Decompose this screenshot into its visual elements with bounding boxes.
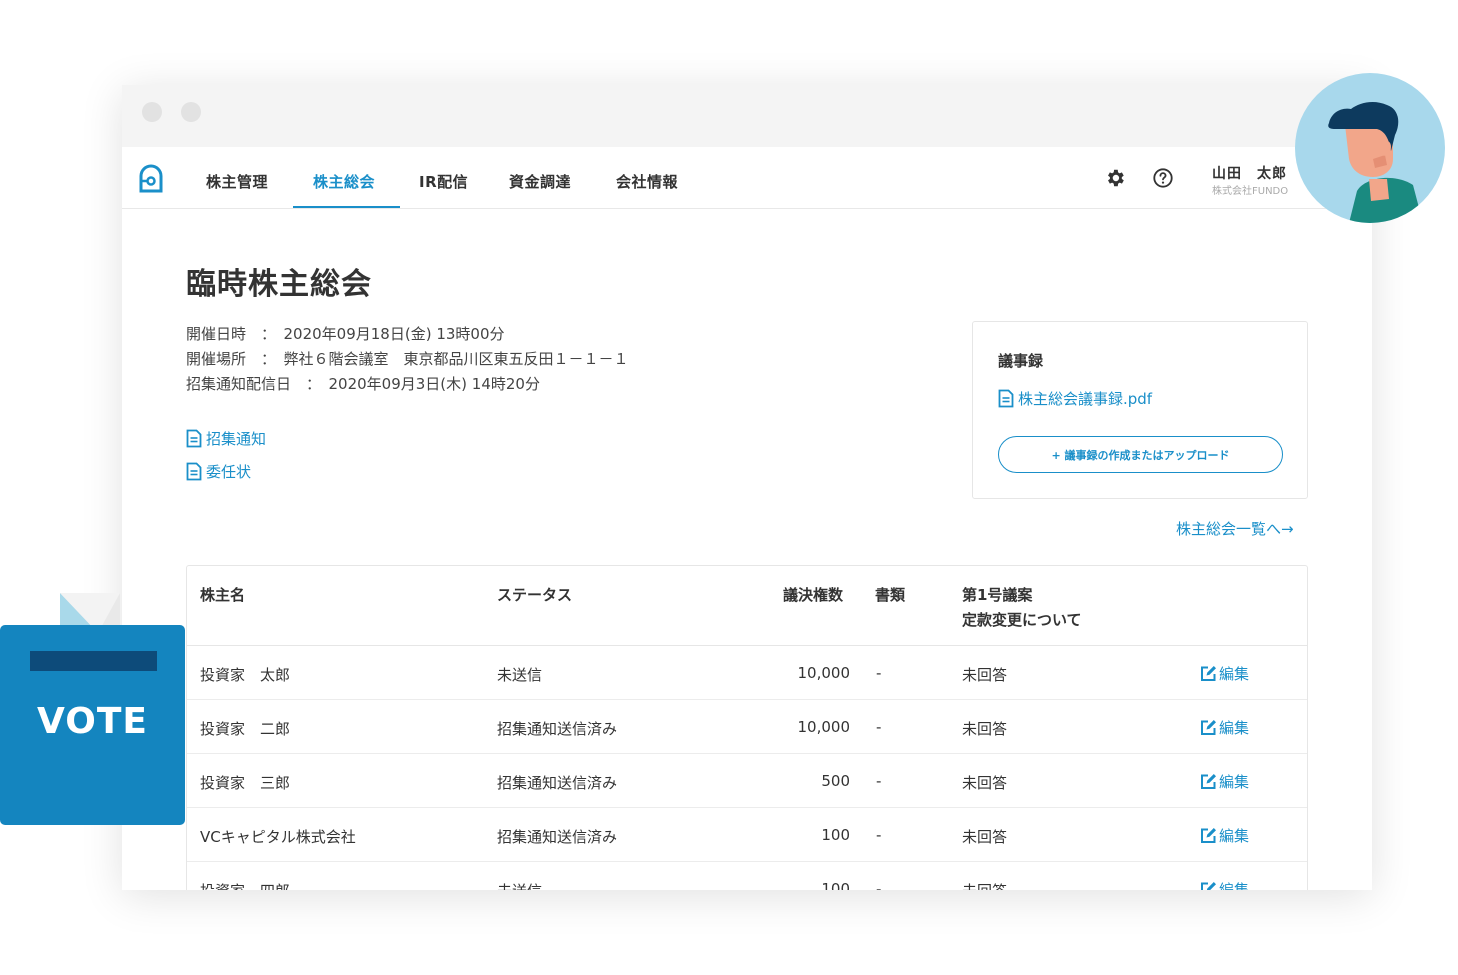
cell-answer: 未回答	[962, 774, 1008, 792]
document-icon	[998, 389, 1014, 408]
nav-fundraising[interactable]: 資金調達	[509, 171, 571, 192]
table-row[interactable]: 投資家 二郎 招集通知送信済み 10,000 - 未回答 編集	[187, 700, 1307, 754]
header-votes[interactable]: 議決権数	[783, 584, 843, 605]
edit-label: 編集	[1219, 881, 1250, 890]
edit-icon	[1201, 720, 1216, 735]
edit-label: 編集	[1219, 827, 1250, 845]
cell-name: 投資家 太郎	[200, 666, 291, 684]
table-row[interactable]: 投資家 太郎 未送信 10,000 - 未回答 編集	[187, 646, 1307, 700]
logo-icon[interactable]	[137, 164, 165, 194]
window-chrome	[122, 85, 1372, 147]
cell-status: 招集通知送信済み	[497, 828, 618, 846]
user-company: 株式会社FUNDO	[1212, 186, 1289, 197]
header-proposal[interactable]: 第1号議案	[962, 584, 1032, 605]
vote-box-slot	[30, 651, 157, 671]
minutes-title: 議事録	[998, 352, 1044, 370]
nav-ir-distribution[interactable]: IR配信	[419, 171, 468, 192]
edit-label: 編集	[1219, 665, 1250, 683]
help-icon[interactable]	[1152, 167, 1174, 189]
cell-docs: -	[876, 880, 882, 890]
cell-answer: 未回答	[962, 880, 1007, 890]
edit-button[interactable]: 編集	[1200, 879, 1249, 890]
cell-name: 投資家 四郎	[200, 880, 290, 890]
cell-name: VCキャピタル株式会社	[200, 828, 356, 846]
edit-icon	[1201, 828, 1216, 843]
cell-status: 未送信	[497, 880, 542, 890]
edit-label: 編集	[1219, 719, 1250, 737]
table-row[interactable]: 投資家 三郎 招集通知送信済み 500 - 未回答 編集	[187, 754, 1307, 808]
header-status[interactable]: ステータス	[497, 584, 572, 605]
edit-button[interactable]: 編集	[1200, 663, 1249, 684]
stage: 株主管理 株主総会 IR配信 資金調達 会社情報 山田 太郎 株式会社FUNDO…	[0, 0, 1458, 975]
header-name[interactable]: 株主名	[200, 584, 245, 605]
notice-sent-date: 招集通知配信日 ： 2020年09月3日(木) 14時20分	[186, 375, 540, 393]
minutes-file-label: 株主総会議事録.pdf	[1018, 390, 1153, 408]
cell-votes: 10,000	[797, 718, 851, 736]
cell-answer: 未回答	[962, 720, 1008, 738]
minutes-card: 議事録 株主総会議事録.pdf + 議事録の作成またはアップロード	[972, 321, 1308, 499]
page-title: 臨時株主総会	[186, 267, 372, 302]
nav-shareholder-meeting[interactable]: 株主総会	[313, 171, 375, 192]
edit-label: 編集	[1219, 773, 1250, 791]
browser-window: 株主管理 株主総会 IR配信 資金調達 会社情報 山田 太郎 株式会社FUNDO…	[122, 85, 1372, 890]
document-icon	[186, 429, 202, 448]
person-avatar-icon	[1328, 102, 1423, 223]
nav-company-info[interactable]: 会社情報	[616, 171, 678, 192]
cell-docs: -	[876, 772, 882, 790]
edit-button[interactable]: 編集	[1200, 717, 1249, 738]
cell-docs: -	[876, 664, 882, 682]
table-row[interactable]: VCキャピタル株式会社 招集通知送信済み 100 - 未回答 編集	[187, 808, 1307, 862]
vote-label: VOTE	[37, 701, 148, 742]
cell-docs: -	[876, 718, 882, 736]
cell-votes: 10,000	[797, 664, 851, 682]
user-name[interactable]: 山田 太郎	[1212, 163, 1287, 183]
cell-votes: 100	[821, 880, 850, 890]
convocation-notice-link[interactable]: 招集通知	[186, 428, 266, 449]
shareholder-table: 株主名 ステータス 議決権数 書類 第1号議案 定款変更について 投資家 太郎 …	[186, 565, 1308, 890]
cell-name: 投資家 三郎	[200, 774, 291, 792]
header-proposal-subtitle: 定款変更について	[962, 611, 1082, 629]
edit-icon	[1201, 666, 1216, 681]
cell-status: 招集通知送信済み	[497, 720, 618, 738]
cell-status: 招集通知送信済み	[497, 774, 618, 792]
vote-box-illustration: VOTE	[0, 625, 185, 825]
header-docs[interactable]: 書類	[875, 584, 905, 605]
document-icon	[186, 462, 202, 481]
cell-status: 未送信	[497, 666, 543, 684]
edit-button[interactable]: 編集	[1200, 825, 1249, 846]
table-row[interactable]: 投資家 四郎 未送信 100 - 未回答 編集	[187, 862, 1307, 890]
nav-shareholder-management[interactable]: 株主管理	[206, 171, 268, 192]
edit-icon	[1201, 774, 1216, 789]
edit-icon	[1201, 882, 1216, 890]
convocation-notice-label: 招集通知	[206, 430, 267, 448]
cell-docs: -	[876, 826, 882, 844]
window-dot-minimize[interactable]	[181, 102, 201, 122]
gear-icon[interactable]	[1104, 167, 1126, 189]
cell-votes: 500	[821, 772, 850, 790]
top-nav: 株主管理 株主総会 IR配信 資金調達 会社情報 山田 太郎 株式会社FUNDO	[122, 147, 1372, 209]
proxy-form-link[interactable]: 委任状	[186, 461, 251, 482]
create-upload-minutes-button[interactable]: + 議事録の作成またはアップロード	[998, 436, 1283, 473]
meeting-location: 開催場所 ： 弊社６階会議室 東京都品川区東五反田１－１－１	[186, 350, 629, 368]
window-dot-close[interactable]	[142, 102, 162, 122]
meeting-datetime: 開催日時 ： 2020年09月18日(金) 13時00分	[186, 325, 505, 343]
cell-votes: 100	[821, 826, 850, 844]
cell-answer: 未回答	[962, 666, 1008, 684]
cell-name: 投資家 二郎	[200, 720, 291, 738]
proxy-form-label: 委任状	[206, 463, 252, 481]
minutes-file-link[interactable]: 株主総会議事録.pdf	[998, 388, 1152, 409]
cell-answer: 未回答	[962, 828, 1008, 846]
active-tab-indicator	[293, 206, 400, 208]
meeting-list-link[interactable]: 株主総会一覧へ→	[1176, 518, 1294, 539]
avatar	[1295, 73, 1445, 223]
edit-button[interactable]: 編集	[1200, 771, 1249, 792]
